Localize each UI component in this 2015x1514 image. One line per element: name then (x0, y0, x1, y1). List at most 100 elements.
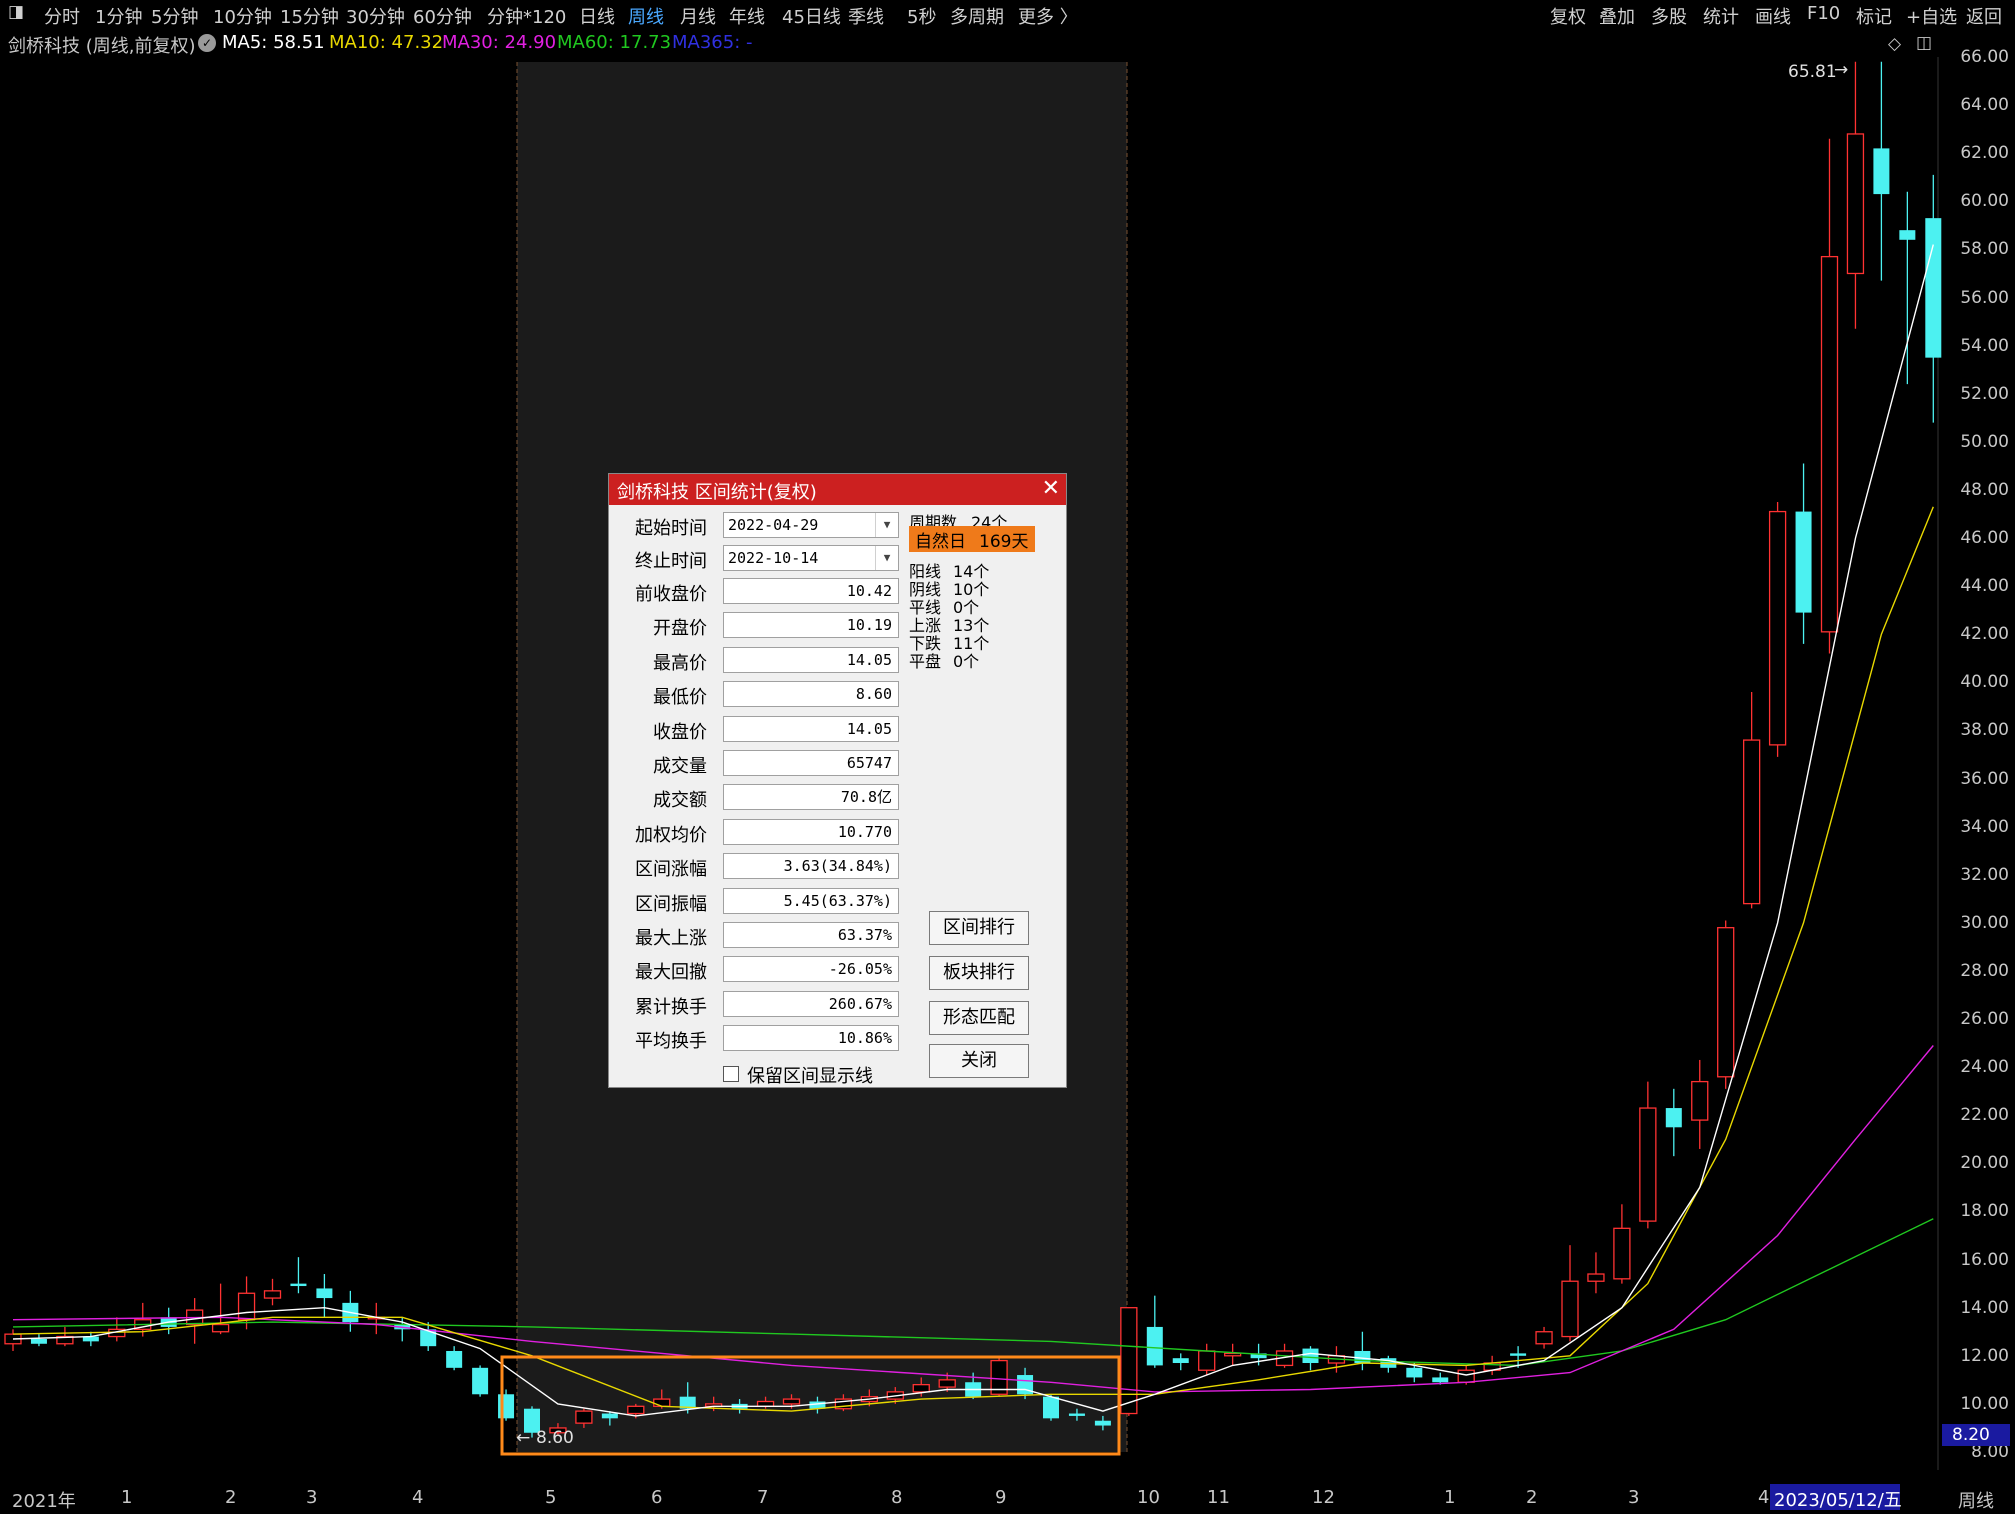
stat-value-field[interactable]: 3.63(34.84%) (723, 853, 899, 880)
panel-toggle-icon[interactable]: ◨ (8, 2, 24, 22)
candle-body (1613, 1227, 1631, 1280)
tab-14[interactable]: 5秒 (907, 3, 936, 29)
dialog-button-1[interactable]: 板块排行 (929, 956, 1029, 990)
tab-4[interactable]: 15分钟 (280, 3, 339, 29)
tab-2[interactable]: 5分钟 (151, 3, 198, 29)
tab-10[interactable]: 月线 (680, 3, 716, 29)
dialog-button-0[interactable]: 区间排行 (929, 911, 1029, 945)
y-tick: 28.00 (1960, 960, 2009, 981)
tab-7[interactable]: 分钟*120 (487, 3, 566, 29)
stat-label: 成交额 (653, 790, 707, 812)
tab-13[interactable]: 季线 (848, 3, 884, 29)
stat-label: 开盘价 (653, 618, 707, 640)
chevron-down-icon[interactable]: ▼ (875, 513, 898, 537)
end-time-picker[interactable]: 2022-10-14 ▼ (723, 545, 899, 571)
candle-body (420, 1329, 437, 1347)
start-time-picker[interactable]: 2022-04-29 ▼ (723, 512, 899, 538)
close-icon[interactable]: ✕ (1042, 476, 1060, 501)
y-tick: 50.00 (1960, 431, 2009, 452)
candle-body (912, 1384, 930, 1393)
candle-body (627, 1405, 645, 1415)
y-tick: 10.00 (1960, 1393, 2009, 1414)
stat-value-field[interactable]: 10.86% (723, 1025, 899, 1052)
date-badge: 2023/05/12/五 (1770, 1484, 1902, 1511)
candle-body (446, 1350, 463, 1368)
stat-value-field[interactable]: 10.19 (723, 612, 899, 639)
ma-value-3: MA60: 17.73 (557, 32, 672, 53)
x-tick: 2 (1526, 1487, 1538, 1508)
menu-item-3[interactable]: 统计 (1703, 3, 1739, 29)
y-tick: 36.00 (1960, 768, 2009, 789)
candle-body (1795, 511, 1812, 613)
y-tick: 30.00 (1960, 912, 2009, 933)
tab-0[interactable]: 分时 (44, 3, 80, 29)
current-price-label: 8.20 (1952, 1425, 1990, 1445)
tab-3[interactable]: 10分钟 (213, 3, 272, 29)
natural-days: 自然日 169天 (909, 526, 1035, 552)
stat-value-field[interactable]: 14.05 (723, 715, 899, 742)
x-tick: 9 (995, 1487, 1007, 1508)
candle-body (1691, 1080, 1709, 1121)
stat-value-field[interactable]: -26.05% (723, 956, 899, 983)
tab-8[interactable]: 日线 (579, 3, 615, 29)
menu-item-1[interactable]: 叠加 (1599, 3, 1635, 29)
menu-item-5[interactable]: F10 (1807, 3, 1840, 24)
candle-body (316, 1288, 333, 1299)
start-time-label: 起始时间 (635, 518, 707, 539)
dialog-button-3[interactable]: 关闭 (929, 1044, 1029, 1078)
end-time-label: 终止时间 (635, 551, 707, 572)
window-icon[interactable]: ◫ (1916, 33, 1932, 53)
tab-5[interactable]: 30分钟 (346, 3, 405, 29)
y-tick: 52.00 (1960, 383, 2009, 404)
chevron-down-icon[interactable]: ▼ (875, 546, 898, 570)
menu-item-0[interactable]: 复权 (1550, 3, 1586, 29)
x-tick: 1 (121, 1487, 133, 1508)
stat-value-field[interactable]: 14.05 (723, 646, 899, 673)
end-time-value: 2022-10-14 (728, 549, 819, 567)
y-tick: 40.00 (1960, 672, 2009, 693)
diamond-icon[interactable]: ◇ (1888, 34, 1901, 54)
stat-value-field[interactable]: 65747 (723, 750, 899, 776)
y-tick: 22.00 (1960, 1105, 2009, 1126)
y-tick: 46.00 (1960, 528, 2009, 549)
candle-body (782, 1398, 801, 1405)
max-price-label: 65.81 (1788, 62, 1837, 82)
stat-value-field[interactable]: 260.67% (723, 990, 899, 1017)
stat-value-field[interactable]: 8.60 (723, 681, 899, 708)
stat-value-field[interactable]: 70.8亿 (723, 784, 899, 811)
tab-11[interactable]: 年线 (729, 3, 765, 29)
stat-value-field[interactable]: 5.45(63.37%) (723, 887, 899, 914)
candle-body (211, 1323, 230, 1333)
candle-body (1146, 1326, 1163, 1366)
tab-1[interactable]: 1分钟 (95, 3, 142, 29)
menu-item-8[interactable]: 返回 (1966, 3, 2002, 29)
candle-body (756, 1400, 775, 1407)
tab-15[interactable]: 多周期 (950, 3, 1004, 29)
tab-12[interactable]: 45日线 (782, 3, 841, 29)
dialog-titlebar[interactable]: 剑桥科技 区间统计(复权) ✕ (609, 474, 1066, 505)
menu-item-4[interactable]: 画线 (1755, 3, 1791, 29)
candle-body (1561, 1280, 1579, 1338)
dialog-button-2[interactable]: 形态匹配 (929, 1001, 1029, 1035)
stat-value-field[interactable]: 10.42 (723, 578, 899, 604)
y-tick: 32.00 (1960, 864, 2009, 885)
stat-value-field[interactable]: 10.770 (723, 818, 899, 845)
y-tick: 60.00 (1960, 191, 2009, 212)
candle-body (1432, 1377, 1449, 1383)
period-label[interactable]: 周线 (1958, 1487, 1994, 1513)
natural-days-value: 169天 (979, 532, 1029, 552)
x-tick: 4 (1758, 1487, 1770, 1508)
x-tick: 1 (1444, 1487, 1456, 1508)
tab-9[interactable]: 周线 (628, 3, 664, 29)
checkbox-box[interactable] (723, 1066, 739, 1082)
settings-check-icon[interactable]: ✓ (198, 34, 216, 52)
candle-body (1873, 148, 1890, 195)
tab-16[interactable]: 更多 〉 (1018, 3, 1078, 29)
y-tick: 44.00 (1960, 576, 2009, 597)
x-tick: 7 (757, 1487, 769, 1508)
menu-item-7[interactable]: +自选 (1906, 3, 1957, 29)
tab-6[interactable]: 60分钟 (413, 3, 472, 29)
stat-value-field[interactable]: 63.37% (723, 922, 899, 948)
menu-item-6[interactable]: 标记 (1856, 3, 1892, 29)
menu-item-2[interactable]: 多股 (1651, 3, 1687, 29)
